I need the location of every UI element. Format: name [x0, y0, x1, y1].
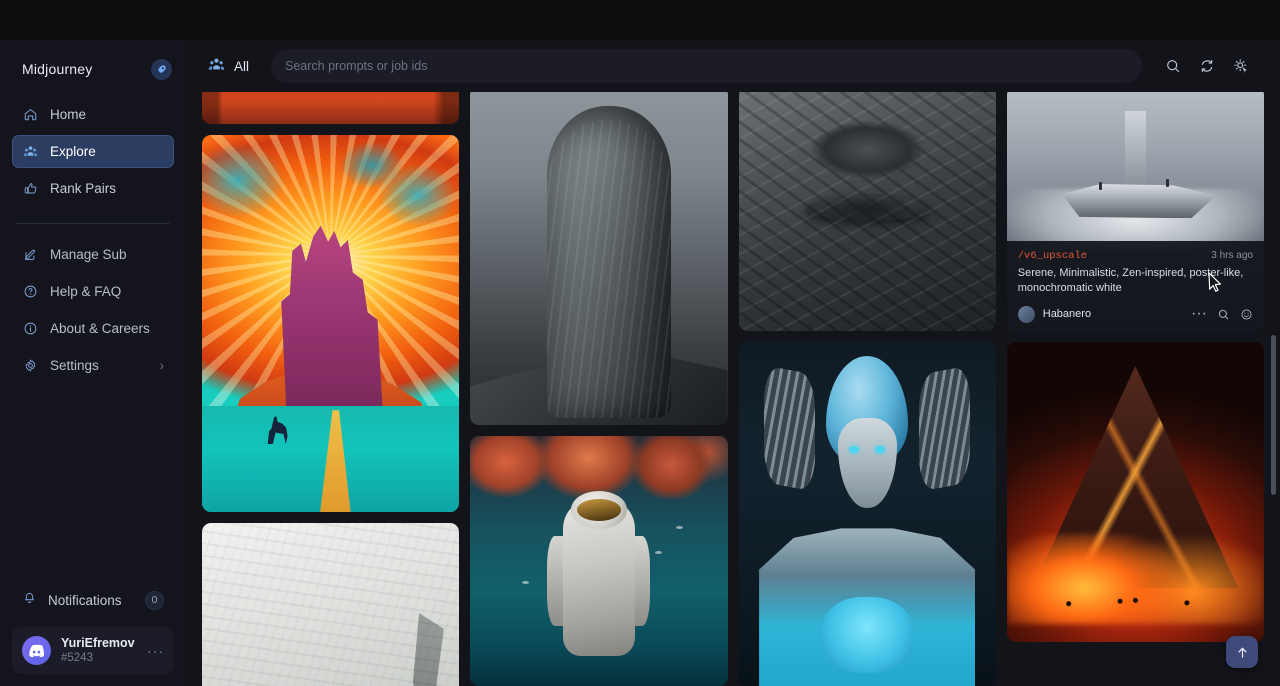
gallery-card-shroud[interactable]: [470, 92, 727, 425]
job-author-name[interactable]: Habanero: [1043, 308, 1091, 320]
notifications-label: Notifications: [48, 593, 122, 608]
gallery-card-island[interactable]: /v6_upscale 3 hrs ago Serene, Minimalist…: [1007, 92, 1264, 331]
sidebar-primary-nav: Home Explore: [0, 98, 186, 209]
discord-avatar-icon: [22, 636, 51, 665]
sidebar-item-label: Explore: [50, 144, 96, 159]
gallery-card-cyborg[interactable]: [739, 342, 996, 686]
artwork-street: [202, 92, 459, 124]
artwork-stone-face: [739, 92, 996, 331]
artwork-cyborg-woman: [739, 342, 996, 686]
gallery-card-stone-face[interactable]: [739, 92, 996, 331]
sidebar-bottom: Notifications 0 YuriEfremov #5243 ···: [0, 583, 186, 686]
artwork-underwater-astronaut: [470, 436, 727, 686]
gallery-column-1: [202, 92, 459, 686]
sidebar-item-settings[interactable]: Settings ›: [12, 349, 174, 382]
info-circle-icon: [22, 320, 39, 337]
refresh-button[interactable]: [1192, 51, 1222, 81]
sidebar-item-explore[interactable]: Explore: [12, 135, 174, 168]
job-timestamp: 3 hrs ago: [1211, 250, 1253, 261]
job-overlay-footer: Habanero ···: [1018, 305, 1253, 323]
sidebar-item-about-careers[interactable]: About & Careers: [12, 312, 174, 345]
user-menu-icon[interactable]: ···: [147, 643, 164, 659]
sidebar-item-label: Manage Sub: [50, 247, 127, 262]
image-gallery: /v6_upscale 3 hrs ago Serene, Minimalist…: [186, 92, 1280, 686]
arrow-up-icon: [1235, 645, 1250, 660]
gallery-column-3: [739, 92, 996, 686]
explore-people-icon: [208, 56, 225, 76]
thumbs-up-icon: [22, 180, 39, 197]
artwork-castle: [202, 135, 459, 512]
edit-square-icon: [22, 246, 39, 263]
gallery-card-pyramid[interactable]: [1007, 342, 1264, 642]
gallery-scrollbar-thumb[interactable]: [1271, 335, 1276, 495]
midjourney-app-window: Midjourney Home: [0, 0, 1280, 686]
sidebar-item-label: Rank Pairs: [50, 181, 116, 196]
gallery-card-street[interactable]: [202, 92, 459, 124]
home-icon: [22, 106, 39, 123]
question-circle-icon: [22, 283, 39, 300]
search-similar-icon[interactable]: [1217, 308, 1230, 321]
user-tag: #5243: [61, 651, 135, 665]
user-meta: YuriEfremov #5243: [61, 636, 135, 665]
page-body: Midjourney Home: [0, 40, 1280, 686]
sidebar-item-home[interactable]: Home: [12, 98, 174, 131]
gallery-card-astronaut[interactable]: [470, 436, 727, 686]
brand-row: Midjourney: [0, 40, 186, 98]
chevron-right-icon: ›: [160, 358, 165, 373]
gallery-column-4: /v6_upscale 3 hrs ago Serene, Minimalist…: [1007, 92, 1264, 686]
sidebar-secondary-nav: Manage Sub Help & FAQ: [0, 238, 186, 386]
artwork-burning-pyramid: [1007, 342, 1264, 642]
sidebar-divider: [16, 223, 170, 224]
sidebar: Midjourney Home: [0, 40, 186, 686]
topbar-tools: [1152, 51, 1256, 81]
topbar: All: [186, 40, 1280, 92]
filter-all-button[interactable]: All: [202, 51, 259, 81]
browser-chrome-bar: [0, 0, 1280, 40]
main-content: All: [186, 40, 1280, 686]
sidebar-item-label: Home: [50, 107, 86, 122]
user-name: YuriEfremov: [61, 636, 135, 651]
gallery-scrollbar-track[interactable]: [1273, 92, 1278, 682]
user-card[interactable]: YuriEfremov #5243 ···: [12, 627, 174, 674]
brand-name: Midjourney: [22, 61, 92, 77]
sidebar-item-label: About & Careers: [50, 321, 150, 336]
job-prompt-text: Serene, Minimalistic, Zen-inspired, post…: [1018, 266, 1253, 296]
sidebar-item-manage-sub[interactable]: Manage Sub: [12, 238, 174, 271]
sidebar-item-help-faq[interactable]: Help & FAQ: [12, 275, 174, 308]
explore-people-icon: [22, 143, 39, 160]
light-mode-button[interactable]: [1226, 51, 1256, 81]
job-info-overlay: /v6_upscale 3 hrs ago Serene, Minimalist…: [1007, 241, 1264, 331]
react-emoji-icon[interactable]: [1240, 308, 1253, 321]
job-action-bar: ···: [1191, 305, 1253, 323]
artwork-white-stone-face: [202, 523, 459, 686]
avatar: [1018, 306, 1035, 323]
gallery-card-castle[interactable]: [202, 135, 459, 512]
sidebar-item-label: Settings: [50, 358, 99, 373]
masonry-columns: /v6_upscale 3 hrs ago Serene, Minimalist…: [202, 92, 1264, 686]
job-command-label[interactable]: /v6_upscale: [1018, 250, 1087, 262]
gallery-card-whiteface[interactable]: [202, 523, 459, 686]
search-bar[interactable]: [271, 49, 1142, 83]
notifications-badge: 0: [145, 591, 164, 610]
gear-icon: [22, 357, 39, 374]
job-overlay-header: /v6_upscale 3 hrs ago: [1018, 250, 1253, 262]
scroll-to-top-button[interactable]: [1226, 636, 1258, 668]
more-options-icon[interactable]: ···: [1191, 305, 1207, 323]
sidebar-item-label: Help & FAQ: [50, 284, 121, 299]
rocket-icon[interactable]: [151, 59, 172, 80]
notifications-row[interactable]: Notifications 0: [12, 583, 174, 617]
sidebar-item-rank-pairs[interactable]: Rank Pairs: [12, 172, 174, 205]
artwork-shrouded-figure: [470, 92, 727, 425]
search-submit-button[interactable]: [1158, 51, 1188, 81]
filter-all-label: All: [234, 59, 249, 74]
bell-icon: [22, 591, 37, 609]
search-input[interactable]: [285, 59, 1128, 73]
gallery-column-2: [470, 92, 727, 686]
